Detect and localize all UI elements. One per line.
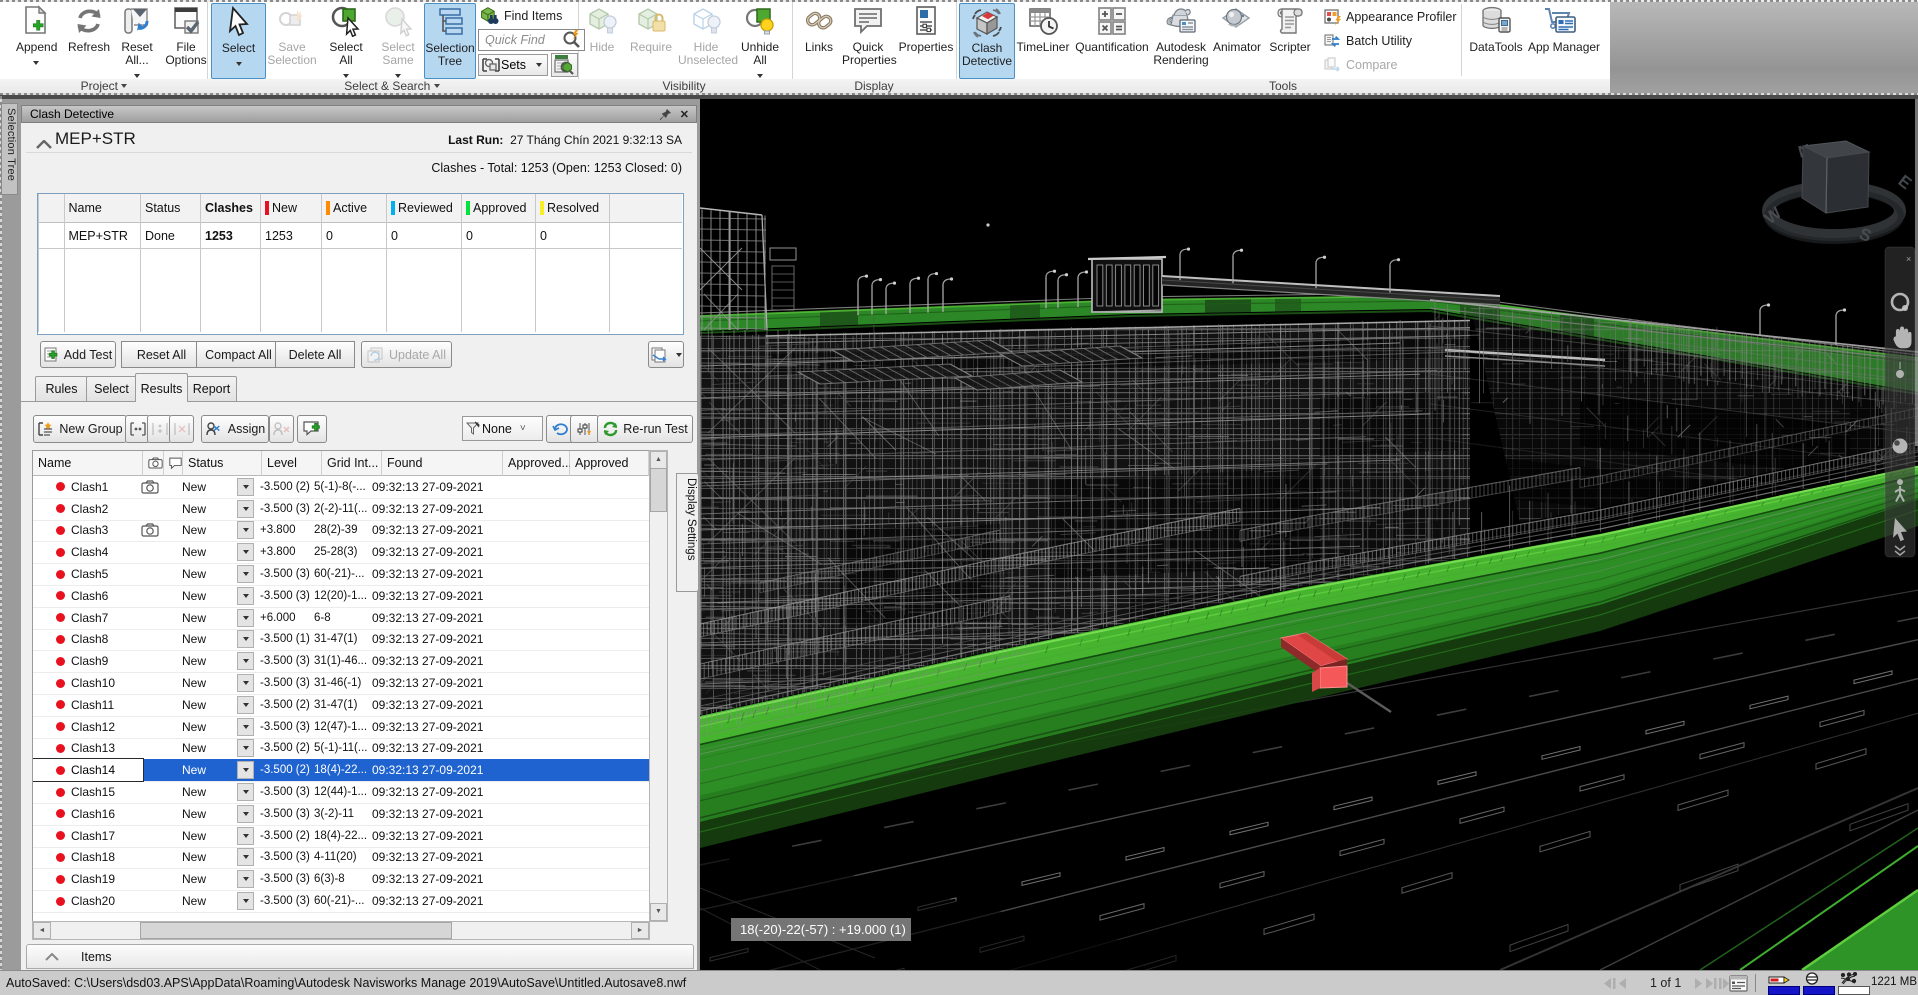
svg-text:×: × bbox=[1906, 254, 1911, 264]
svg-text:18(-20)-22(-57) : +19.000 (1): 18(-20)-22(-57) : +19.000 (1) bbox=[740, 922, 906, 937]
svg-text:E: E bbox=[1895, 171, 1916, 193]
